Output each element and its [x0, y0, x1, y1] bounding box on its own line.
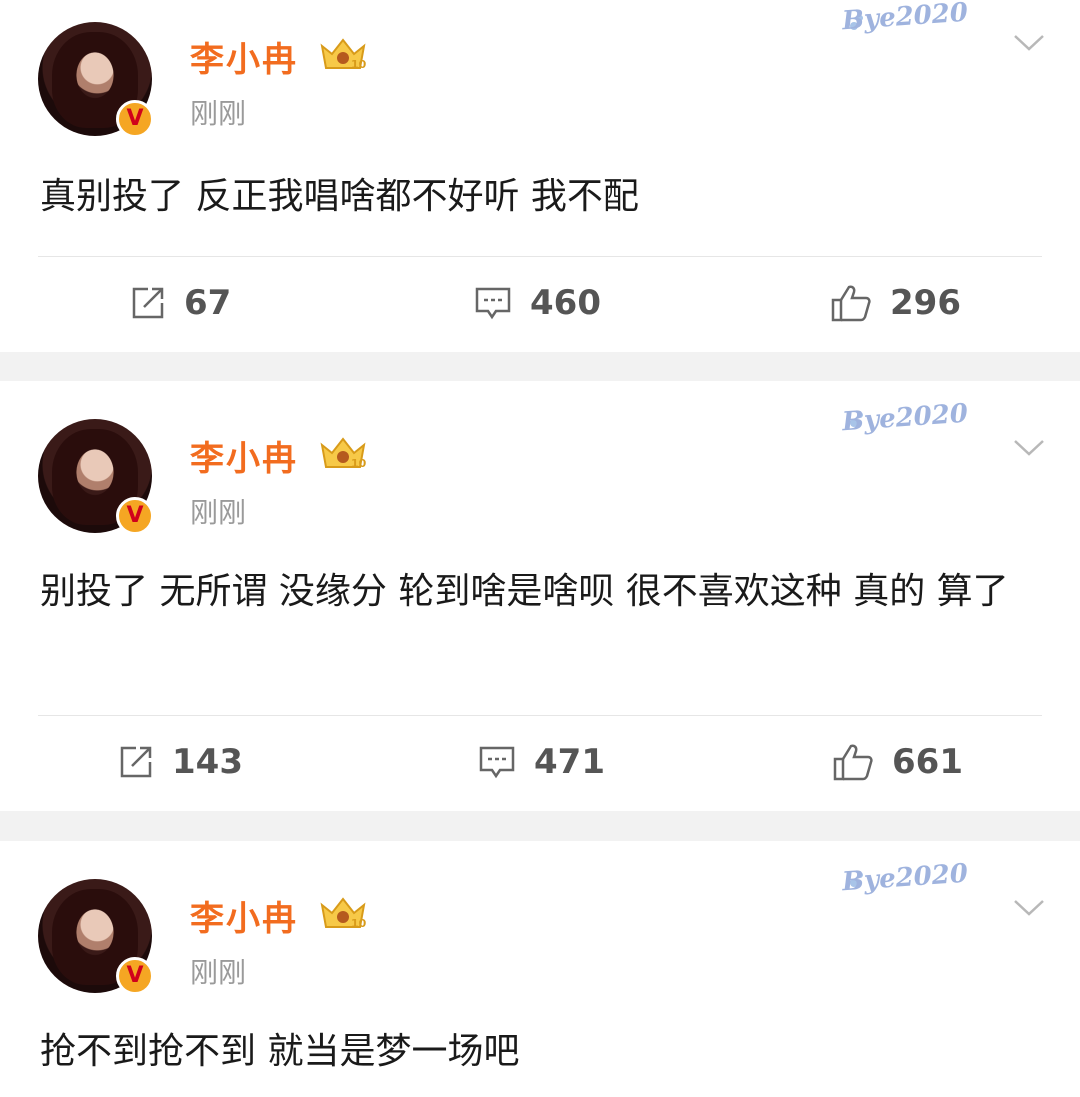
- post-card-1[interactable]: V 李小冉 10 刚刚 Bye2020 真别投了 反正我唱啥都不好听 我不配 6…: [0, 0, 1080, 352]
- post-text: 别投了 无所谓 没缘分 轮到啥是啥呗 很不喜欢这种 真的 算了: [40, 571, 1009, 612]
- comment-button[interactable]: 471: [478, 738, 605, 786]
- like-button[interactable]: 661: [832, 738, 963, 786]
- like-icon: [831, 285, 871, 322]
- repost-button[interactable]: 143: [118, 738, 243, 786]
- repost-icon: [132, 287, 164, 319]
- chevron-down-icon[interactable]: [1012, 30, 1046, 54]
- comment-count: 471: [534, 742, 605, 782]
- post-text: 真别投了 反正我唱啥都不好听 我不配: [40, 176, 639, 217]
- watermark: Bye2020: [841, 858, 969, 898]
- svg-text:10: 10: [351, 457, 367, 470]
- post-time: 刚刚: [190, 496, 247, 529]
- verified-badge-icon: V: [116, 497, 154, 535]
- post-card-2[interactable]: V 李小冉 10 刚刚 Bye2020 别投了 无所谓 没缘分 轮到啥是啥呗 很…: [0, 381, 1080, 811]
- repost-count: 143: [172, 742, 243, 782]
- like-count: 296: [890, 283, 961, 323]
- comment-icon: [475, 287, 511, 320]
- chevron-down-icon[interactable]: [1012, 895, 1046, 919]
- member-crown-icon: 10: [320, 437, 367, 470]
- repost-icon: [120, 746, 152, 778]
- comment-button[interactable]: 460: [474, 279, 601, 327]
- repost-button[interactable]: 67: [130, 279, 231, 327]
- chevron-down-icon[interactable]: [1012, 435, 1046, 459]
- like-icon: [833, 744, 873, 781]
- divider: [38, 715, 1042, 716]
- username[interactable]: 李小冉: [190, 891, 298, 940]
- post-card-3[interactable]: V 李小冉 10 刚刚 Bye2020 抢不到抢不到 就当是梦一场吧: [0, 841, 1080, 1097]
- comment-count: 460: [530, 283, 601, 323]
- username[interactable]: 李小冉: [190, 32, 298, 81]
- divider: [38, 256, 1042, 257]
- username[interactable]: 李小冉: [190, 431, 298, 480]
- member-crown-icon: 10: [320, 38, 367, 71]
- svg-text:10: 10: [351, 58, 367, 71]
- post-time: 刚刚: [190, 956, 247, 989]
- svg-text:10: 10: [351, 917, 367, 930]
- member-crown-icon: 10: [320, 897, 367, 930]
- repost-count: 67: [184, 283, 232, 323]
- verified-badge-icon: V: [116, 957, 154, 995]
- like-count: 661: [892, 742, 963, 782]
- like-button[interactable]: 296: [830, 279, 961, 327]
- comment-icon: [479, 746, 515, 779]
- verified-badge-icon: V: [116, 100, 154, 138]
- watermark: Bye2020: [841, 398, 969, 438]
- watermark: Bye2020: [841, 0, 969, 37]
- post-text: 抢不到抢不到 就当是梦一场吧: [40, 1031, 520, 1072]
- post-time: 刚刚: [190, 97, 247, 130]
